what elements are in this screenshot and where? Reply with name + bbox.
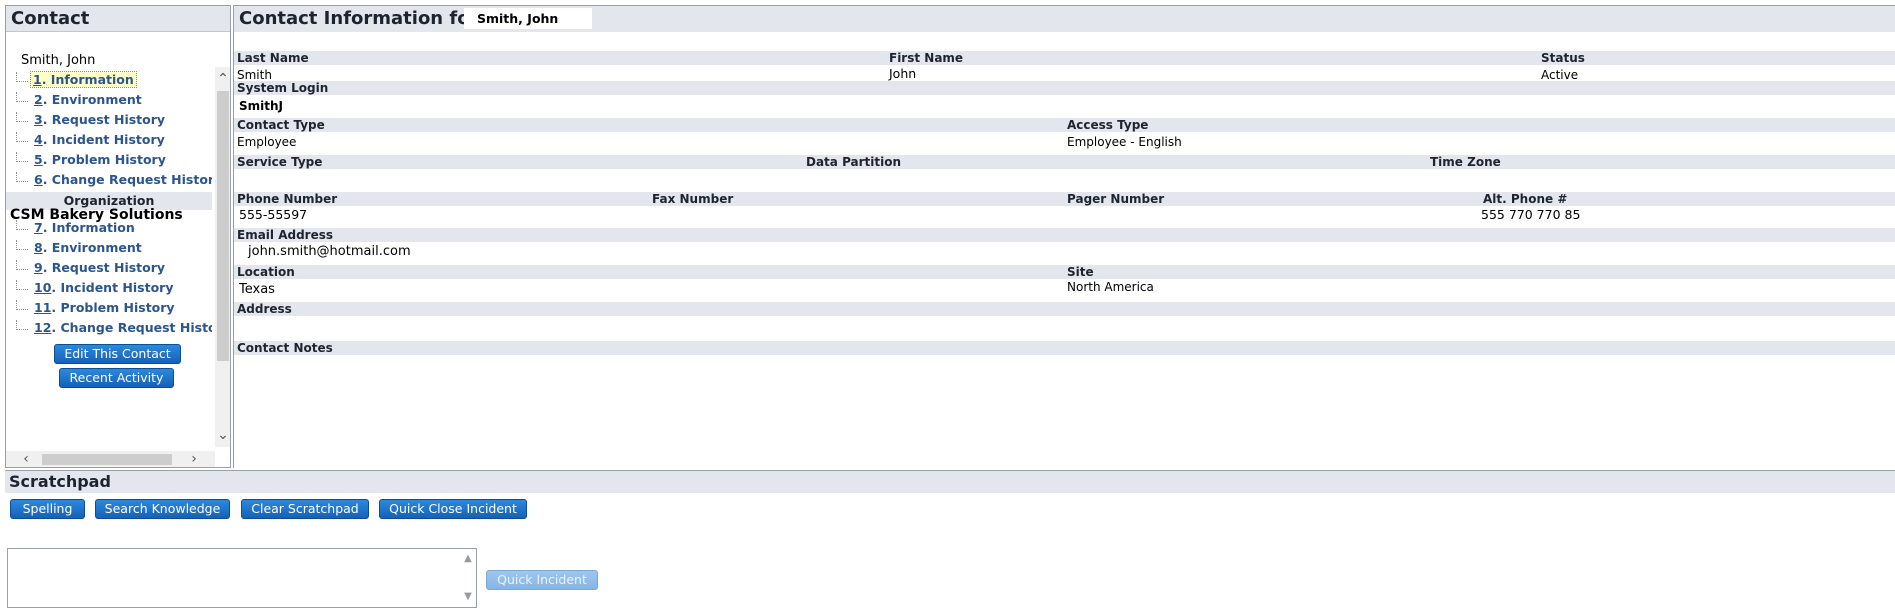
- tree-connector: [16, 72, 28, 82]
- field-label-row: [234, 118, 1895, 132]
- contact-type-label: Contact Type: [237, 118, 325, 132]
- chevron-down-icon[interactable]: ▼: [462, 591, 474, 602]
- spelling-button[interactable]: Spelling: [10, 499, 85, 519]
- email-address-value: john.smith@hotmail.com: [248, 244, 411, 259]
- tree-item-label: 5. Problem History: [34, 152, 166, 167]
- scratchpad-title: Scratchpad: [5, 471, 1895, 493]
- site-value: North America: [1067, 280, 1154, 294]
- tree-item-label: 2. Environment: [34, 92, 142, 107]
- tree-connector: [16, 320, 28, 330]
- contact-tree: Smith, John 1. Information 2. Environmen…: [6, 33, 212, 453]
- tree-horizontal-scrollbar[interactable]: ‹ ›: [6, 451, 215, 467]
- scrollbar-thumb[interactable]: [42, 454, 172, 465]
- clear-scratchpad-button[interactable]: Clear Scratchpad: [241, 499, 369, 519]
- tree-item-label: 10. Incident History: [34, 280, 174, 295]
- field-label-row: [234, 81, 1895, 95]
- page-title: Contact Information for: [239, 8, 479, 29]
- tree-item-label: 3. Request History: [34, 112, 166, 127]
- tree-connector: [16, 240, 28, 250]
- tree-connector: [16, 280, 28, 290]
- alt-phone-label: Alt. Phone #: [1483, 192, 1568, 206]
- service-type-label: Service Type: [237, 155, 323, 169]
- status-label: Status: [1541, 51, 1585, 65]
- data-partition-label: Data Partition: [806, 155, 902, 169]
- first-name-value: John: [889, 66, 917, 81]
- chevron-left-icon[interactable]: ‹: [16, 451, 36, 467]
- status-value: Active: [1541, 68, 1579, 82]
- time-zone-label: Time Zone: [1430, 155, 1501, 169]
- last-name-label: Last Name: [237, 51, 309, 65]
- alt-phone-value: 555 770 770 85: [1481, 207, 1581, 222]
- location-value: Texas: [239, 282, 275, 297]
- phone-number-label: Phone Number: [237, 192, 338, 206]
- tree-vertical-scrollbar[interactable]: ⌃ ⌄: [215, 67, 230, 447]
- contact-notes-label: Contact Notes: [237, 341, 333, 355]
- contact-name: Smith, John: [21, 53, 96, 68]
- field-label-row: [234, 51, 1895, 65]
- fax-number-label: Fax Number: [652, 192, 734, 206]
- tree-item-label: 6. Change Request History: [34, 172, 212, 187]
- tree-connector: [16, 172, 28, 182]
- contact-type-value: Employee: [237, 135, 297, 149]
- contact-name-field: Smith, John: [464, 8, 592, 29]
- field-label-row: [234, 192, 1895, 206]
- chevron-right-icon[interactable]: ›: [184, 451, 204, 467]
- tree-connector: [16, 220, 28, 230]
- edit-contact-button[interactable]: Edit This Contact: [54, 344, 181, 364]
- access-type-value: Employee - English: [1067, 135, 1182, 149]
- address-label: Address: [237, 302, 292, 316]
- chevron-down-icon[interactable]: ⌄: [215, 425, 230, 445]
- chevron-up-icon[interactable]: ⌃: [215, 69, 230, 89]
- contact-information-header: Contact Information for Smith, John: [234, 6, 1895, 32]
- tree-item-label: 4. Incident History: [34, 132, 165, 147]
- field-label-row: [234, 302, 1895, 316]
- field-label-row: [234, 155, 1895, 169]
- search-knowledge-button[interactable]: Search Knowledge: [95, 499, 230, 519]
- tree-connector: [16, 132, 28, 142]
- chevron-up-icon[interactable]: ▲: [462, 553, 474, 564]
- access-type-label: Access Type: [1067, 118, 1149, 132]
- tree-connector: [16, 112, 28, 122]
- quick-close-incident-button[interactable]: Quick Close Incident: [379, 499, 527, 519]
- field-label-row: [234, 265, 1895, 279]
- pager-number-label: Pager Number: [1067, 192, 1165, 206]
- tree-item-label: 11. Problem History: [34, 300, 175, 315]
- system-login-value: SmithJ: [239, 99, 284, 113]
- tree-connector: [16, 300, 28, 310]
- scratchpad-panel: Scratchpad Spelling Search Knowledge Cle…: [5, 470, 1895, 612]
- scratchpad-textarea[interactable]: ▲ ▼: [7, 548, 477, 608]
- tree-item-label: 1. Information: [30, 71, 137, 88]
- tree-item-label: 8. Environment: [34, 240, 142, 255]
- tree-item-label: 9. Request History: [34, 260, 166, 275]
- tree-item-label: 12. Change Request History: [34, 320, 212, 335]
- recent-activity-button[interactable]: Recent Activity: [59, 368, 174, 388]
- tree-connector: [16, 92, 28, 102]
- field-label-row: [234, 228, 1895, 242]
- system-login-label: System Login: [237, 81, 329, 95]
- email-address-label: Email Address: [237, 228, 334, 242]
- first-name-label: First Name: [889, 51, 964, 65]
- scrollbar-thumb[interactable]: [217, 91, 229, 361]
- last-name-value: Smith: [237, 68, 272, 82]
- tree-connector: [16, 152, 28, 162]
- tree-connector: [16, 260, 28, 270]
- contact-panel-title: Contact: [6, 6, 230, 32]
- phone-number-value: 555-55597: [239, 207, 308, 222]
- tree-item-label: 7. Information: [34, 220, 135, 235]
- location-label: Location: [237, 265, 295, 279]
- quick-incident-button: Quick Incident: [486, 570, 598, 590]
- field-label-row: [234, 341, 1895, 355]
- contact-information-panel: Contact Information for Smith, John Last…: [233, 5, 1895, 468]
- contact-panel: Contact Smith, John 1. Information 2. En…: [5, 5, 231, 468]
- site-label: Site: [1067, 265, 1094, 279]
